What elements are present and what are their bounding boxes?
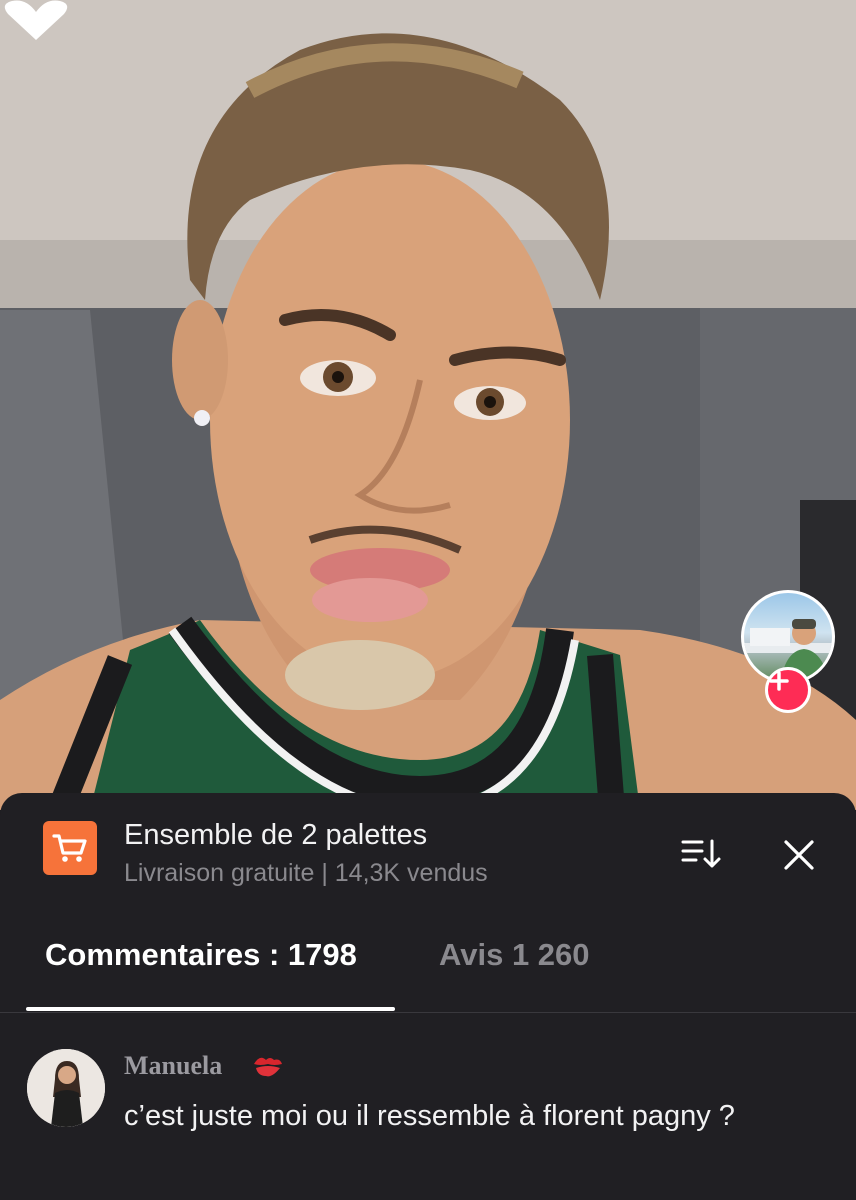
active-tab-indicator	[26, 1007, 395, 1011]
comment-author-avatar[interactable]	[27, 1049, 105, 1127]
tabs-divider	[0, 1012, 856, 1013]
sort-icon[interactable]	[680, 837, 722, 871]
video-player[interactable]	[0, 0, 856, 810]
video-frame	[0, 0, 856, 810]
follow-button[interactable]	[765, 667, 811, 713]
shopping-cart-icon	[52, 834, 87, 862]
product-title[interactable]: Ensemble de 2 palettes	[124, 819, 427, 852]
close-icon[interactable]	[782, 838, 816, 872]
shop-badge[interactable]	[43, 821, 97, 875]
tab-reviews[interactable]: Avis 1 260	[439, 937, 590, 973]
tab-comments[interactable]: Commentaires : 1798	[45, 937, 357, 973]
plus-icon	[769, 671, 789, 691]
heart-icon[interactable]	[0, 0, 72, 40]
avatar-photo	[27, 1049, 105, 1127]
comment-text: c’est juste moi ou il ressemble à floren…	[124, 1100, 735, 1132]
product-subtitle: Livraison gratuite | 14,3K vendus	[124, 859, 488, 887]
kiss-mark-icon	[254, 1057, 282, 1077]
comment-author-name[interactable]: Manuela	[124, 1051, 222, 1081]
product-comments-sheet: Ensemble de 2 palettes Livraison gratuit…	[0, 793, 856, 1200]
